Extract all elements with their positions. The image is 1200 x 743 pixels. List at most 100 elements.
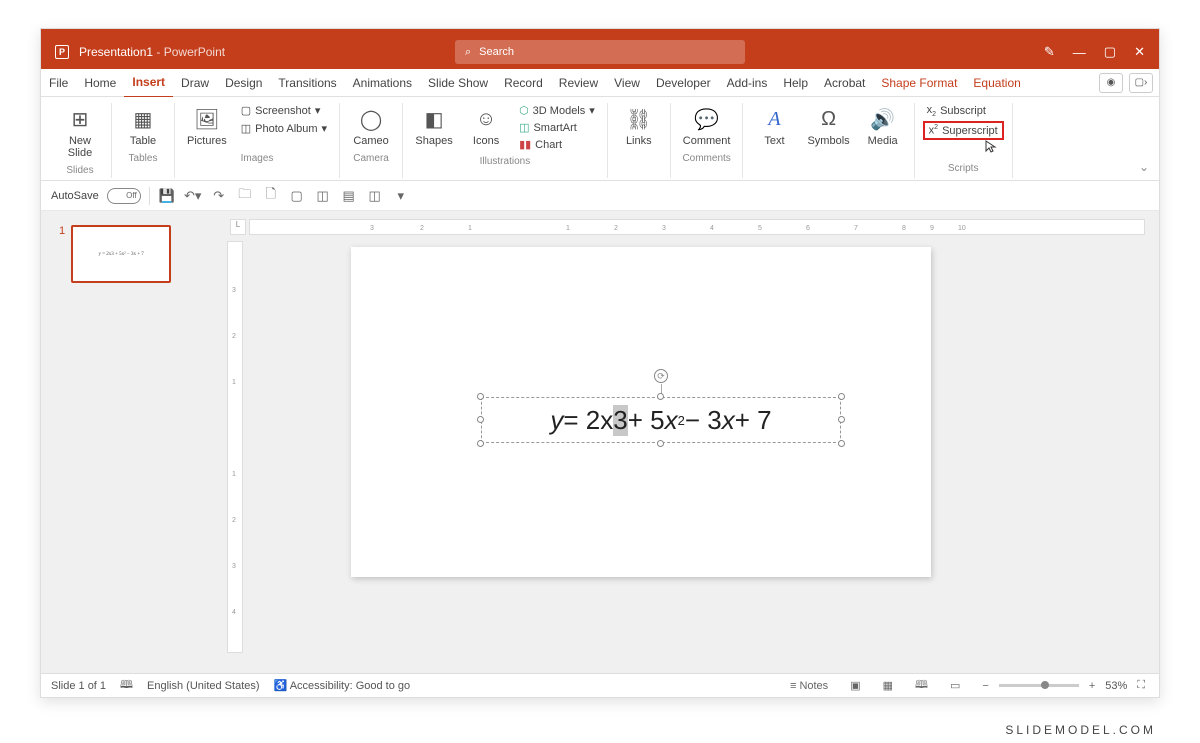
pictures-button[interactable]: 🖼Pictures	[183, 103, 231, 149]
rotate-handle[interactable]: ⟳	[654, 369, 668, 383]
tab-home[interactable]: Home	[76, 69, 124, 97]
minimize-button[interactable]: —	[1073, 45, 1086, 60]
thumb-number: 1	[59, 225, 65, 283]
qat-btn-4[interactable]: ◫	[366, 188, 384, 204]
subscript-button[interactable]: x2Subscript	[923, 103, 990, 119]
resize-handle[interactable]	[838, 393, 845, 400]
tab-view[interactable]: View	[606, 69, 648, 97]
tab-animations[interactable]: Animations	[345, 69, 420, 97]
tab-record[interactable]: Record	[496, 69, 551, 97]
tab-acrobat[interactable]: Acrobat	[816, 69, 873, 97]
superscript-button[interactable]: x2Superscript	[923, 121, 1004, 140]
resize-handle[interactable]	[838, 440, 845, 447]
notes-button[interactable]: ≡ Notes	[786, 680, 832, 692]
zoom-out-button[interactable]: −	[978, 680, 992, 692]
tab-developer[interactable]: Developer	[648, 69, 719, 97]
reading-view-button[interactable]: 🕮	[911, 676, 932, 695]
symbols-icon: Ω	[821, 105, 836, 133]
zoom-slider[interactable]	[999, 684, 1079, 687]
tab-slideshow[interactable]: Slide Show	[420, 69, 496, 97]
new-button[interactable]: 🗋	[262, 185, 280, 207]
photo-album-button[interactable]: ◫Photo Album ▾	[237, 121, 331, 136]
tab-addins[interactable]: Add-ins	[719, 69, 776, 97]
record-indicator-button[interactable]: ◉	[1099, 73, 1123, 93]
comment-button[interactable]: 💬Comment	[679, 103, 735, 149]
editor-area[interactable]: L 32112345678910 3211234 ⟳ y = 2x3 + 5x2…	[211, 211, 1159, 673]
slide-thumbnail-1[interactable]: y = 2x3 + 5x² − 3x + 7	[71, 225, 171, 283]
undo-button[interactable]: ↶▾	[184, 188, 202, 204]
group-scripts-label: Scripts	[948, 159, 979, 176]
3d-models-button[interactable]: ⬡3D Models ▾	[515, 103, 599, 118]
svg-text:4: 4	[710, 225, 714, 232]
cameo-button[interactable]: ◯Cameo	[348, 103, 394, 149]
qat-more-button[interactable]: ▾	[392, 188, 410, 204]
screenshot-button[interactable]: ▢Screenshot ▾	[237, 103, 331, 118]
qat-btn-3[interactable]: ▤	[340, 188, 358, 204]
language-label[interactable]: English (United States)	[147, 680, 260, 692]
document-title: Presentation1 - PowerPoint	[79, 45, 225, 59]
smartart-button[interactable]: ◫SmartArt	[515, 120, 599, 135]
icons-button[interactable]: ☺Icons	[463, 103, 509, 149]
group-illustrations-label: Illustrations	[480, 152, 531, 169]
cameo-icon: ◯	[360, 105, 382, 133]
open-button[interactable]: 🗀	[236, 185, 254, 207]
resize-handle[interactable]	[477, 416, 484, 423]
zoom-percent[interactable]: 53%	[1105, 680, 1127, 692]
zoom-control[interactable]: − + 53% ⛶	[978, 679, 1149, 692]
qat-btn-2[interactable]: ◫	[314, 188, 332, 204]
chart-button[interactable]: ▮▮Chart	[515, 137, 599, 152]
accessibility-status[interactable]: ♿ Accessibility: Good to go	[274, 679, 411, 692]
equation-textbox[interactable]: ⟳ y = 2x3 + 5x2 − 3x + 7	[481, 397, 841, 443]
icons-icon: ☺	[476, 105, 496, 133]
resize-handle[interactable]	[477, 440, 484, 447]
equation-content[interactable]: y = 2x3 + 5x2 − 3x + 7	[481, 397, 841, 443]
collapse-ribbon-button[interactable]: ⌄	[1139, 160, 1149, 174]
tab-transitions[interactable]: Transitions	[270, 69, 344, 97]
tab-review[interactable]: Review	[551, 69, 606, 97]
text-icon: A	[768, 105, 780, 133]
tab-help[interactable]: Help	[775, 69, 816, 97]
autosave-toggle[interactable]: Off	[107, 188, 141, 204]
vertical-ruler[interactable]: 3211234	[227, 241, 243, 653]
draw-mode-icon[interactable]: ✎	[1044, 44, 1055, 60]
horizontal-ruler[interactable]: L 32112345678910	[249, 219, 1145, 235]
resize-handle[interactable]	[657, 393, 664, 400]
qat-btn-1[interactable]: ▢	[288, 188, 306, 204]
slideshow-view-button[interactable]: ▭	[946, 679, 964, 692]
fit-to-window-button[interactable]: ⛶	[1133, 679, 1149, 692]
text-button[interactable]: AText	[751, 103, 797, 149]
maximize-button[interactable]: ▢	[1104, 44, 1116, 60]
svg-text:1: 1	[232, 471, 236, 478]
slide-count[interactable]: Slide 1 of 1	[51, 680, 106, 692]
tab-design[interactable]: Design	[217, 69, 270, 97]
normal-view-button[interactable]: ▣	[846, 679, 864, 692]
resize-handle[interactable]	[657, 440, 664, 447]
comments-pane-button[interactable]: ▢›	[1129, 73, 1153, 93]
slide-canvas[interactable]: ⟳ y = 2x3 + 5x2 − 3x + 7	[351, 247, 931, 577]
new-slide-button[interactable]: ⊞New Slide	[57, 103, 103, 161]
resize-handle[interactable]	[838, 416, 845, 423]
tab-file[interactable]: File	[41, 69, 76, 97]
save-button[interactable]: 💾	[158, 188, 176, 204]
tab-draw[interactable]: Draw	[173, 69, 217, 97]
redo-button[interactable]: ↷	[210, 188, 228, 204]
resize-handle[interactable]	[477, 393, 484, 400]
search-placeholder: Search	[479, 46, 514, 58]
chart-icon: ▮▮	[519, 138, 531, 151]
tab-shape-format[interactable]: Shape Format	[873, 69, 965, 97]
close-button[interactable]: ✕	[1134, 44, 1145, 60]
links-button[interactable]: ⛓Links	[616, 103, 662, 149]
shapes-button[interactable]: ◧Shapes	[411, 103, 457, 149]
tab-insert[interactable]: Insert	[124, 68, 173, 98]
search-box[interactable]: ⌕ Search	[455, 40, 745, 64]
zoom-in-button[interactable]: +	[1085, 680, 1099, 692]
spellcheck-icon[interactable]: 🕮	[120, 676, 133, 695]
selected-char[interactable]: 3	[613, 405, 627, 436]
symbols-button[interactable]: ΩSymbols	[803, 103, 853, 149]
group-camera-label: Camera	[353, 149, 389, 166]
tab-equation[interactable]: Equation	[965, 69, 1028, 97]
sorter-view-button[interactable]: ▦	[879, 679, 897, 692]
svg-text:5: 5	[758, 225, 762, 232]
media-button[interactable]: 🔊Media	[860, 103, 906, 149]
table-button[interactable]: ▦Table	[120, 103, 166, 149]
